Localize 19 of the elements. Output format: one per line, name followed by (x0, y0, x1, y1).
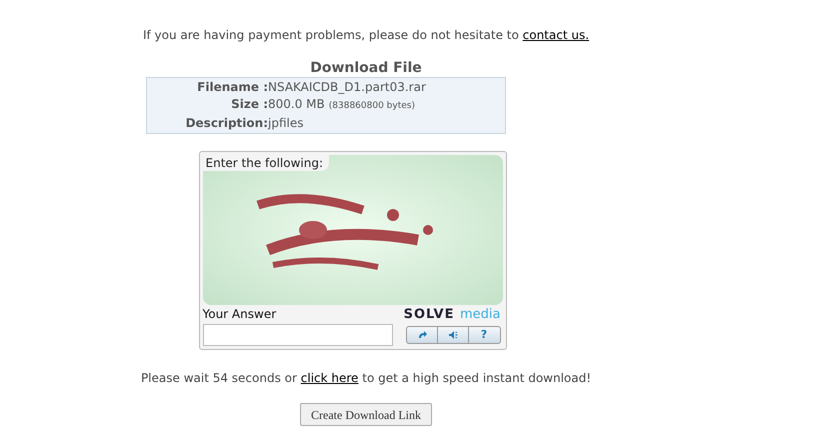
wait-notice: Please wait 54 seconds or click here to get a high speed instant download! (140, 370, 592, 387)
field-value: 800.0 MB (268, 96, 325, 113)
field-label: Description: (184, 115, 268, 132)
field-value: NSAKAICDB_D1.part03.rar (268, 79, 426, 96)
create-download-link-button[interactable]: Create Download Link (300, 403, 432, 426)
payment-notice: If you are having payment problems, please do not hesitate to contact us. (142, 27, 590, 44)
speaker-icon (448, 330, 458, 340)
answer-label: Your Answer (202, 307, 278, 322)
field-value: jpfiles (268, 115, 304, 132)
answer-field[interactable] (202, 324, 392, 346)
field-label: Size : (230, 96, 268, 113)
byte-count: (838860800 bytes) (328, 100, 415, 113)
field-label: Filename : (196, 79, 268, 96)
contact-link[interactable]: contact us. (522, 28, 590, 42)
section-title: Download File (310, 59, 422, 77)
captcha-prompt: Enter the following: (202, 155, 330, 171)
solve-media-logo: SOLVE media (404, 307, 500, 322)
refresh-icon (416, 330, 426, 340)
click-here-link[interactable]: click here (300, 371, 358, 385)
